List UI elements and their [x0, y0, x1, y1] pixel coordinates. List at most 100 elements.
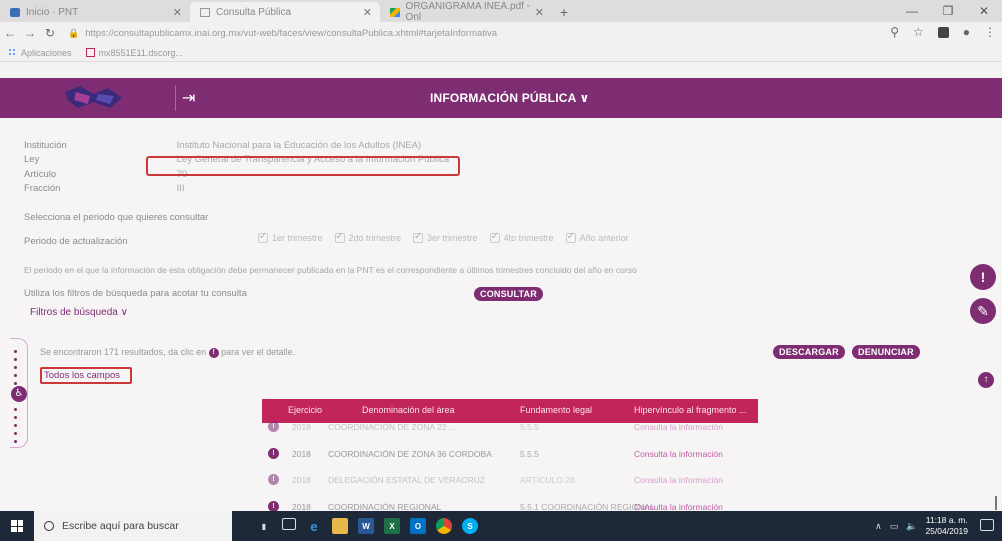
field-fraccion: Fracción III [24, 183, 185, 194]
cell-legal: 5.5.5 [520, 422, 539, 432]
taskbar-search-input[interactable]: Escribe aquí para buscar [34, 511, 232, 541]
menu-toggle-icon[interactable]: ⇥ [175, 85, 205, 111]
browser-tab-pnt[interactable]: Inicio · PNT ✕ [0, 2, 190, 22]
bookmark-label: Aplicaciones [21, 47, 72, 58]
tray-chevron-icon[interactable]: ∧ [875, 521, 882, 532]
period-checkbox[interactable]: 2do trimestre [334, 231, 402, 243]
close-window-icon[interactable]: ✕ [966, 0, 1002, 22]
maximize-icon[interactable]: ❐ [930, 0, 966, 22]
cell-area: DELEGACIÓN ESTATAL DE VERACRUZ [328, 475, 485, 485]
alert-icon[interactable]: ! [970, 264, 996, 290]
consulta-favicon-icon [200, 7, 210, 17]
scrollbar-thumb[interactable] [995, 496, 997, 510]
lock-icon: 🔒 [68, 27, 80, 38]
file-explorer-icon[interactable] [332, 518, 348, 534]
tab-label: Consulta Pública [216, 6, 292, 18]
column-header[interactable]: Ejercicio [288, 405, 322, 415]
checkbox-icon [334, 231, 345, 243]
close-tab-icon[interactable]: ✕ [173, 6, 182, 19]
filters-hint: Utiliza los filtros de búsqueda para aco… [24, 288, 247, 299]
results-summary: Se encontraron 171 resultados, da clic e… [40, 347, 295, 358]
period-option-label: 3er trimestre [427, 233, 478, 243]
menu-dots-icon[interactable]: ⋮ [984, 25, 996, 39]
site-logo[interactable] [60, 82, 130, 112]
period-checkbox[interactable]: 1er trimestre [258, 231, 323, 243]
drag-handle-icon[interactable] [14, 350, 17, 385]
notification-center-icon[interactable] [980, 519, 994, 531]
column-header[interactable]: Fundamento legal [520, 405, 592, 415]
bookmark-apps[interactable]: Aplicaciones [8, 48, 72, 58]
url-field[interactable]: 🔒 https://consultapublicamx.inai.org.mx/… [68, 25, 868, 41]
tab-label: Inicio · PNT [26, 6, 79, 18]
cell-year: 2018 [292, 475, 311, 485]
browser-tab-consulta[interactable]: Consulta Pública ✕ [190, 2, 380, 22]
taskbar-apps: ▮ e W X O S [256, 518, 478, 534]
skype-icon[interactable]: S [462, 518, 478, 534]
battery-icon[interactable]: ▭ [890, 521, 899, 532]
period-checkbox[interactable]: 3er trimestre [413, 231, 478, 243]
pnt-favicon-icon [10, 7, 20, 17]
period-label: Periodo de actualización [24, 236, 128, 247]
column-header[interactable]: Hipervínculo al fragmento ... [634, 405, 747, 415]
period-checkbox[interactable]: Año anterior [565, 231, 629, 243]
back-icon[interactable]: ← [0, 26, 20, 40]
checkbox-icon [489, 231, 500, 243]
cell-link[interactable]: Consulta la información [634, 449, 723, 459]
profile-icon[interactable]: ● [963, 25, 970, 39]
zoom-icon[interactable]: ⚲ [890, 25, 899, 39]
tools-icon[interactable]: ✎ [970, 298, 996, 324]
reload-icon[interactable]: ↻ [40, 26, 60, 40]
consultar-button[interactable]: CONSULTAR [474, 287, 543, 301]
search-placeholder: Escribe aquí para buscar [62, 520, 179, 532]
info-icon: ! [208, 347, 219, 358]
volume-icon[interactable]: 🔈 [906, 521, 917, 532]
chrome-icon[interactable] [436, 518, 452, 534]
detail-icon[interactable]: ! [268, 474, 279, 485]
search-filters-toggle[interactable]: Filtros de búsqueda ∨ [30, 307, 128, 318]
close-tab-icon[interactable]: ✕ [363, 6, 372, 19]
detail-icon[interactable]: ! [268, 421, 279, 432]
period-checkbox[interactable]: 4to trimestre [489, 231, 554, 243]
page-title[interactable]: INFORMACIÓN PÚBLICA ∨ [430, 91, 590, 105]
window-controls: — ❐ ✕ [894, 0, 1002, 22]
extension-icon[interactable] [937, 27, 949, 38]
start-button[interactable] [0, 511, 34, 541]
minimize-icon[interactable]: — [894, 0, 930, 22]
clock[interactable]: 11:18 a. m. 25/04/2019 [925, 515, 968, 537]
word-icon[interactable]: W [358, 518, 374, 534]
tab-label: ORGANIGRAMA INEA.pdf - Onl [405, 1, 531, 23]
browser-tab-organigrama[interactable]: ORGANIGRAMA INEA.pdf - Onl ✕ [380, 1, 552, 23]
cell-link[interactable]: Consulta la información [634, 422, 723, 432]
download-button[interactable]: DESCARGAR [773, 345, 845, 359]
accessibility-icon[interactable]: ♿ [11, 386, 27, 402]
bookmark-item[interactable]: mx8551E11.dscorg... [85, 47, 183, 58]
table-row: ! 2018 DELEGACIÓN ESTATAL DE VERACRUZ AR… [262, 471, 758, 491]
task-view-icon[interactable] [282, 518, 296, 530]
field-institucion: Institución Instituto Nacional para la E… [24, 140, 421, 151]
period-notice: El periodo en el que la información de e… [24, 265, 637, 275]
new-tab-button[interactable]: + [552, 2, 576, 22]
field-value: Instituto Nacional para la Educación de … [176, 140, 422, 151]
select-period-text: Selecciona el periodo que quieres consul… [24, 212, 209, 223]
edge-icon[interactable]: e [306, 518, 322, 534]
address-bar: ← → ↻ 🔒 https://consultapublicamx.inai.o… [0, 22, 1002, 44]
report-button[interactable]: DENUNCIAR [852, 345, 920, 359]
detail-icon[interactable]: ! [268, 448, 279, 459]
drag-handle-icon[interactable] [14, 408, 17, 443]
bookmark-favicon-icon [85, 48, 95, 57]
excel-icon[interactable]: X [384, 518, 400, 534]
site-header: ⇥ INFORMACIÓN PÚBLICA ∨ [0, 78, 1002, 118]
bookmark-label: mx8551E11.dscorg... [98, 47, 183, 58]
bookmark-star-icon[interactable]: ☆ [913, 25, 924, 39]
table-row: ! 2018 COORDINACIÓN DE ZONA 36 CORDOBA 5… [262, 445, 758, 465]
period-option-label: 2do trimestre [348, 233, 402, 243]
mic-icon[interactable]: ▮ [256, 518, 272, 534]
cell-link[interactable]: Consulta la información [634, 475, 723, 485]
outlook-icon[interactable]: O [410, 518, 426, 534]
results-summary-suffix: para ver el detalle. [221, 347, 296, 357]
forward-icon[interactable]: → [20, 26, 40, 40]
close-tab-icon[interactable]: ✕ [535, 6, 544, 19]
column-header[interactable]: Denominación del área [362, 405, 455, 415]
scroll-up-icon[interactable]: ↑ [978, 372, 994, 388]
annotation-highlight-box [146, 156, 460, 176]
